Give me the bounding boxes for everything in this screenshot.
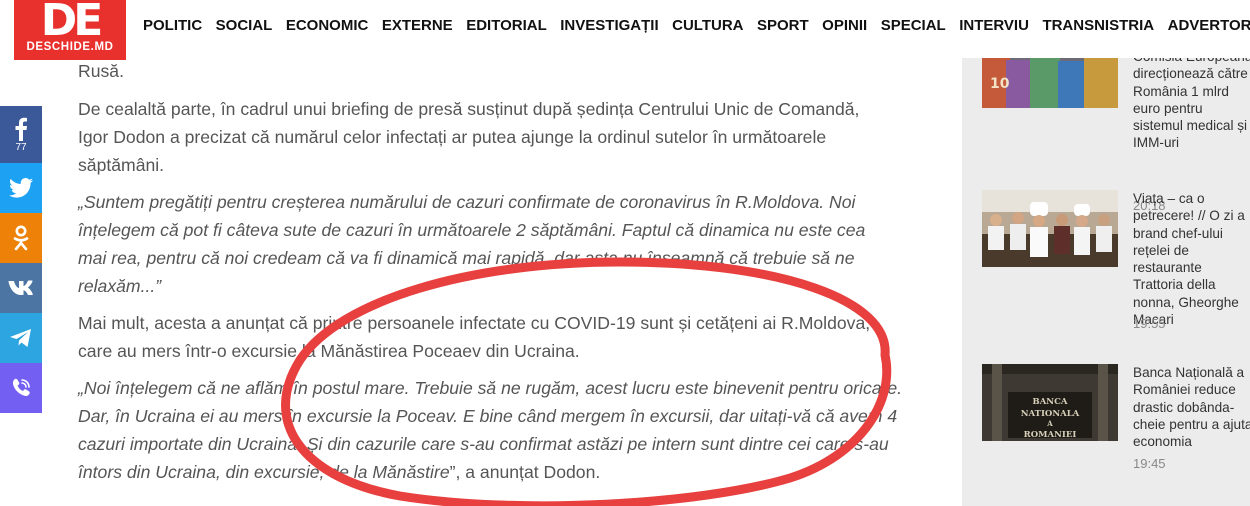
news-time: 19:55 [1133,316,1166,331]
facebook-share-count: 77 [15,141,27,153]
twitter-share-button[interactable] [0,163,42,213]
nav-item-transnistria[interactable]: TRANSNISTRIA [1042,17,1154,34]
nav-item-economic[interactable]: ECONOMIC [286,17,369,34]
quote-paragraph-2: „Noi înțelegem că ne aflăm în postul mar… [78,374,908,486]
nav-item-advertorial[interactable]: ADVERTORIAL [1168,17,1250,34]
vk-icon [8,280,33,295]
svg-text:10: 10 [990,76,1010,92]
viber-icon [12,378,30,397]
telegram-share-button[interactable] [0,313,42,363]
news-thumbnail-chefs[interactable] [982,190,1118,267]
quote-paragraph-1: „Suntem pregătiți pentru creșterea număr… [78,192,866,296]
svg-text:ROMANIEI: ROMANIEI [1024,430,1077,440]
latest-news-sidebar: 10 Comisia Europeană direcționează către… [962,49,1250,506]
svg-text:NATIONALA: NATIONALA [1021,409,1080,419]
svg-text:BANCA: BANCA [1033,397,1068,407]
main-nav: POLITIC SOCIAL ECONOMIC EXTERNE EDITORIA… [143,17,1250,34]
news-thumbnail-euro-banknotes[interactable]: 10 [982,58,1118,108]
nav-item-social[interactable]: SOCIAL [216,17,273,34]
nav-item-editorial[interactable]: EDITORIAL [466,17,547,34]
viber-share-button[interactable] [0,363,42,413]
odnoklassniki-icon [13,225,29,251]
nav-item-opinii[interactable]: OPINII [822,17,867,34]
svg-text:A: A [1046,419,1053,428]
news-time: 19:45 [1133,456,1166,471]
nav-item-cultura[interactable]: CULTURA [672,17,743,34]
news-title[interactable]: Comisia Europeană direcționează către Ro… [1133,48,1250,152]
site-header: DE DESCHIDE.MD POLITIC SOCIAL ECONOMIC E… [0,0,1250,60]
nav-item-investigatii[interactable]: INVESTIGAȚII [560,17,658,34]
nav-item-sport[interactable]: SPORT [757,17,809,34]
nav-item-special[interactable]: SPECIAL [881,17,946,34]
twitter-icon [9,178,33,198]
telegram-icon [10,329,31,347]
nav-item-interviu[interactable]: INTERVIU [959,17,1029,34]
nav-item-externe[interactable]: EXTERNE [382,17,453,34]
paragraph-poceaev-excursion: Mai mult, acesta a anunțat că printre pe… [78,313,871,361]
odnoklassniki-share-button[interactable] [0,213,42,263]
quote-attribution: ”, a anunțat Dodon. [449,462,601,482]
logo-mark: DE [40,0,104,46]
site-logo[interactable]: DE DESCHIDE.MD [14,0,126,60]
news-title[interactable]: Banca Națională a României reduce drasti… [1133,364,1250,450]
facebook-icon [15,117,27,141]
facebook-share-button[interactable]: 77 [0,106,42,163]
vk-share-button[interactable] [0,263,42,313]
news-thumbnail-bnr-building[interactable]: BANCA NATIONALA A ROMANIEI [982,364,1118,441]
paragraph-dodon-briefing: De cealaltă parte, în cadrul unui briefi… [78,99,860,175]
social-share-bar: 77 [0,106,42,413]
nav-item-politic[interactable]: POLITIC [143,17,202,34]
logo-name: DESCHIDE.MD [26,41,114,53]
paragraph-fragment: Rusă. [78,61,124,81]
news-title[interactable]: Viața – ca o petrecere! // O zi a brand … [1133,190,1250,328]
